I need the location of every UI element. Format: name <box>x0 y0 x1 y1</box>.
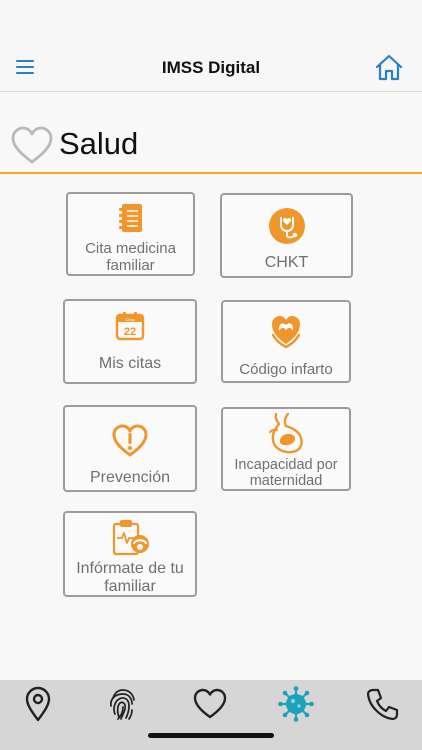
tile-mis-citas[interactable]: Citas 22 Mis citas <box>63 299 197 384</box>
section-header: Salud <box>0 118 422 174</box>
calendar-icon: Citas 22 <box>115 311 145 346</box>
tile-incapacidad-maternidad[interactable]: Incapacidad por maternidad <box>221 407 351 491</box>
tile-label: Código infarto <box>239 361 333 378</box>
stethoscope-heart-icon <box>268 207 306 250</box>
tile-cita-medicina-familiar[interactable]: Cita medicina familiar <box>66 192 195 276</box>
heart-icon[interactable] <box>192 686 228 722</box>
location-pin-icon[interactable] <box>20 686 56 722</box>
tile-label: CHKT <box>264 254 309 271</box>
tile-informate-familiar[interactable]: Infórmate de tu familiar <box>63 511 197 597</box>
home-indicator <box>148 733 274 738</box>
tile-label: Prevención <box>89 469 171 486</box>
calendar-day-number: 22 <box>124 326 136 338</box>
notebook-icon <box>116 202 146 239</box>
tile-label: Incapacidad por maternidad <box>234 457 338 489</box>
section-title: Salud <box>59 126 139 161</box>
virus-icon[interactable] <box>278 686 314 722</box>
tile-label: Infórmate de tu familiar <box>76 560 184 595</box>
home-icon[interactable] <box>374 53 404 81</box>
fingerprint-icon[interactable] <box>105 686 141 722</box>
tile-label: Cita medicina familiar <box>85 240 176 274</box>
phone-icon[interactable] <box>364 686 400 722</box>
tile-chkt[interactable]: CHKT <box>220 193 353 278</box>
tile-label: Mis citas <box>98 355 162 372</box>
app-title: IMSS Digital <box>161 58 261 77</box>
clipboard-doctor-icon <box>109 518 151 563</box>
tile-prevencion[interactable]: Prevención <box>63 405 197 492</box>
pregnancy-icon <box>266 412 306 461</box>
tile-codigo-infarto[interactable]: Código infarto <box>221 300 351 383</box>
heart-alert-icon <box>111 424 149 463</box>
calendar-small-text: Citas <box>125 317 134 322</box>
app-header: IMSS Digital <box>0 0 422 92</box>
tab-bar <box>0 680 422 750</box>
heart-outline-icon <box>10 126 54 166</box>
heart-hands-icon <box>268 311 304 354</box>
